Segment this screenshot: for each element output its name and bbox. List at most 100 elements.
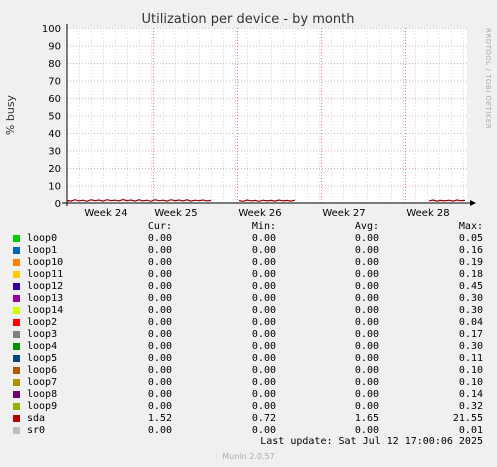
chart: Utilization per device - by month % busy… — [4, 12, 492, 219]
legend-row-loop9: loop9 0.00 0.00 0.00 0.32 — [0, 401, 497, 413]
last-update: Last update: Sat Jul 12 17:00:06 2025 — [260, 436, 483, 447]
legend-max: 0.10 — [458, 377, 483, 388]
legend-row-loop11: loop11 0.00 0.00 0.00 0.18 — [0, 269, 497, 281]
legend-cur: 0.00 — [147, 329, 172, 340]
x-tick-label: Week 24 — [84, 208, 127, 219]
legend-cur: 0.00 — [147, 257, 172, 268]
legend-name: loop6 — [27, 365, 58, 376]
legend-row-loop10: loop10 0.00 0.00 0.00 0.19 — [0, 257, 497, 269]
legend-avg: 0.00 — [354, 245, 379, 256]
legend-avg: 0.00 — [354, 377, 379, 388]
y-tick-label: 50 — [48, 112, 61, 123]
legend-swatch — [13, 319, 20, 326]
legend-swatch — [13, 355, 20, 362]
header-max: Max: — [458, 221, 483, 232]
y-tick-label: 80 — [48, 59, 61, 70]
legend-max: 0.30 — [458, 293, 483, 304]
legend-cur: 0.00 — [147, 305, 172, 316]
legend-avg: 0.00 — [354, 341, 379, 352]
legend-swatch — [13, 235, 20, 242]
legend-name: loop0 — [27, 233, 58, 244]
legend-max: 21.55 — [452, 413, 483, 424]
legend-avg: 0.00 — [354, 401, 379, 412]
legend-swatch — [13, 271, 20, 278]
legend-swatch — [13, 379, 20, 386]
chart-title: Utilization per device - by month — [142, 12, 355, 27]
legend-min: 0.00 — [251, 401, 276, 412]
legend-min: 0.00 — [251, 281, 276, 292]
legend-max: 0.19 — [458, 257, 483, 268]
legend-min: 0.00 — [251, 293, 276, 304]
legend-row-loop13: loop13 0.00 0.00 0.00 0.30 — [0, 293, 497, 305]
legend-min: 0.00 — [251, 353, 276, 364]
legend-row-loop8: loop8 0.00 0.00 0.00 0.14 — [0, 389, 497, 401]
munin-version: Munin 2.0.57 — [222, 452, 275, 461]
legend-name: loop13 — [27, 293, 64, 304]
legend-avg: 1.65 — [354, 413, 379, 424]
legend-max: 0.10 — [458, 365, 483, 376]
legend-min: 0.00 — [251, 377, 276, 388]
legend-cur: 0.00 — [147, 281, 172, 292]
y-ticks: 0 10 20 30 40 50 60 70 80 90 100 — [42, 24, 61, 210]
legend-name: loop10 — [27, 257, 64, 268]
legend-row-loop5: loop5 0.00 0.00 0.00 0.11 — [0, 353, 497, 365]
y-tick-label: 10 — [48, 182, 61, 193]
legend-name: sda — [27, 413, 46, 424]
legend-swatch — [13, 343, 20, 350]
legend-cur: 0.00 — [147, 293, 172, 304]
legend-max: 0.14 — [458, 389, 483, 400]
legend-name: loop2 — [27, 317, 58, 328]
legend-max: 0.05 — [458, 233, 483, 244]
y-tick-label: 40 — [48, 129, 61, 140]
series-line-sda — [428, 199, 466, 202]
legend-row-loop14: loop14 0.00 0.00 0.00 0.30 — [0, 305, 497, 317]
header-avg: Avg: — [354, 221, 379, 232]
legend-min: 0.00 — [251, 233, 276, 244]
legend-min: 0.00 — [251, 269, 276, 280]
legend-row-loop7: loop7 0.00 0.00 0.00 0.10 — [0, 377, 497, 389]
legend-max: 0.17 — [458, 329, 483, 340]
legend-min: 0.00 — [251, 305, 276, 316]
legend-max: 0.16 — [458, 245, 483, 256]
legend-cur: 0.00 — [147, 233, 172, 244]
legend-avg: 0.00 — [354, 281, 379, 292]
legend-max: 0.32 — [458, 401, 483, 412]
legend-cur: 0.00 — [147, 269, 172, 280]
legend-swatch — [13, 331, 20, 338]
x-tick-label: Week 28 — [406, 208, 449, 219]
x-axis-arrow — [470, 200, 476, 206]
legend-swatch — [13, 415, 20, 422]
legend-swatch — [13, 403, 20, 410]
legend-avg: 0.00 — [354, 329, 379, 340]
y-tick-label: 90 — [48, 42, 61, 53]
legend-name: loop3 — [27, 329, 58, 340]
header-min: Min: — [251, 221, 276, 232]
legend-cur: 0.00 — [147, 245, 172, 256]
legend-swatch — [13, 307, 20, 314]
legend-min: 0.00 — [251, 389, 276, 400]
legend-swatch — [13, 247, 20, 254]
legend-name: loop4 — [27, 341, 58, 352]
legend-avg: 0.00 — [354, 389, 379, 400]
y-tick-label: 20 — [48, 164, 61, 175]
legend-avg: 0.00 — [354, 305, 379, 316]
x-tick-label: Week 27 — [322, 208, 365, 219]
rrdtool-credit: RRDTOOL / TOBI OETIKER — [484, 28, 492, 129]
legend-cur: 0.00 — [147, 401, 172, 412]
legend-cur: 0.00 — [147, 317, 172, 328]
y-tick-label: 0 — [55, 199, 61, 210]
legend-row-loop1: loop1 0.00 0.00 0.00 0.16 — [0, 245, 497, 257]
legend-swatch — [13, 259, 20, 266]
legend-name: loop7 — [27, 377, 58, 388]
y-tick-label: 60 — [48, 94, 61, 105]
legend-max: 0.30 — [458, 305, 483, 316]
legend-swatch — [13, 295, 20, 302]
x-tick-label: Week 25 — [154, 208, 197, 219]
legend-avg: 0.00 — [354, 293, 379, 304]
legend-name: loop9 — [27, 401, 58, 412]
y-tick-label: 70 — [48, 77, 61, 88]
legend-min: 0.00 — [251, 341, 276, 352]
y-tick-label: 30 — [48, 147, 61, 158]
legend-min: 0.00 — [251, 329, 276, 340]
legend-cur: 0.00 — [147, 377, 172, 388]
